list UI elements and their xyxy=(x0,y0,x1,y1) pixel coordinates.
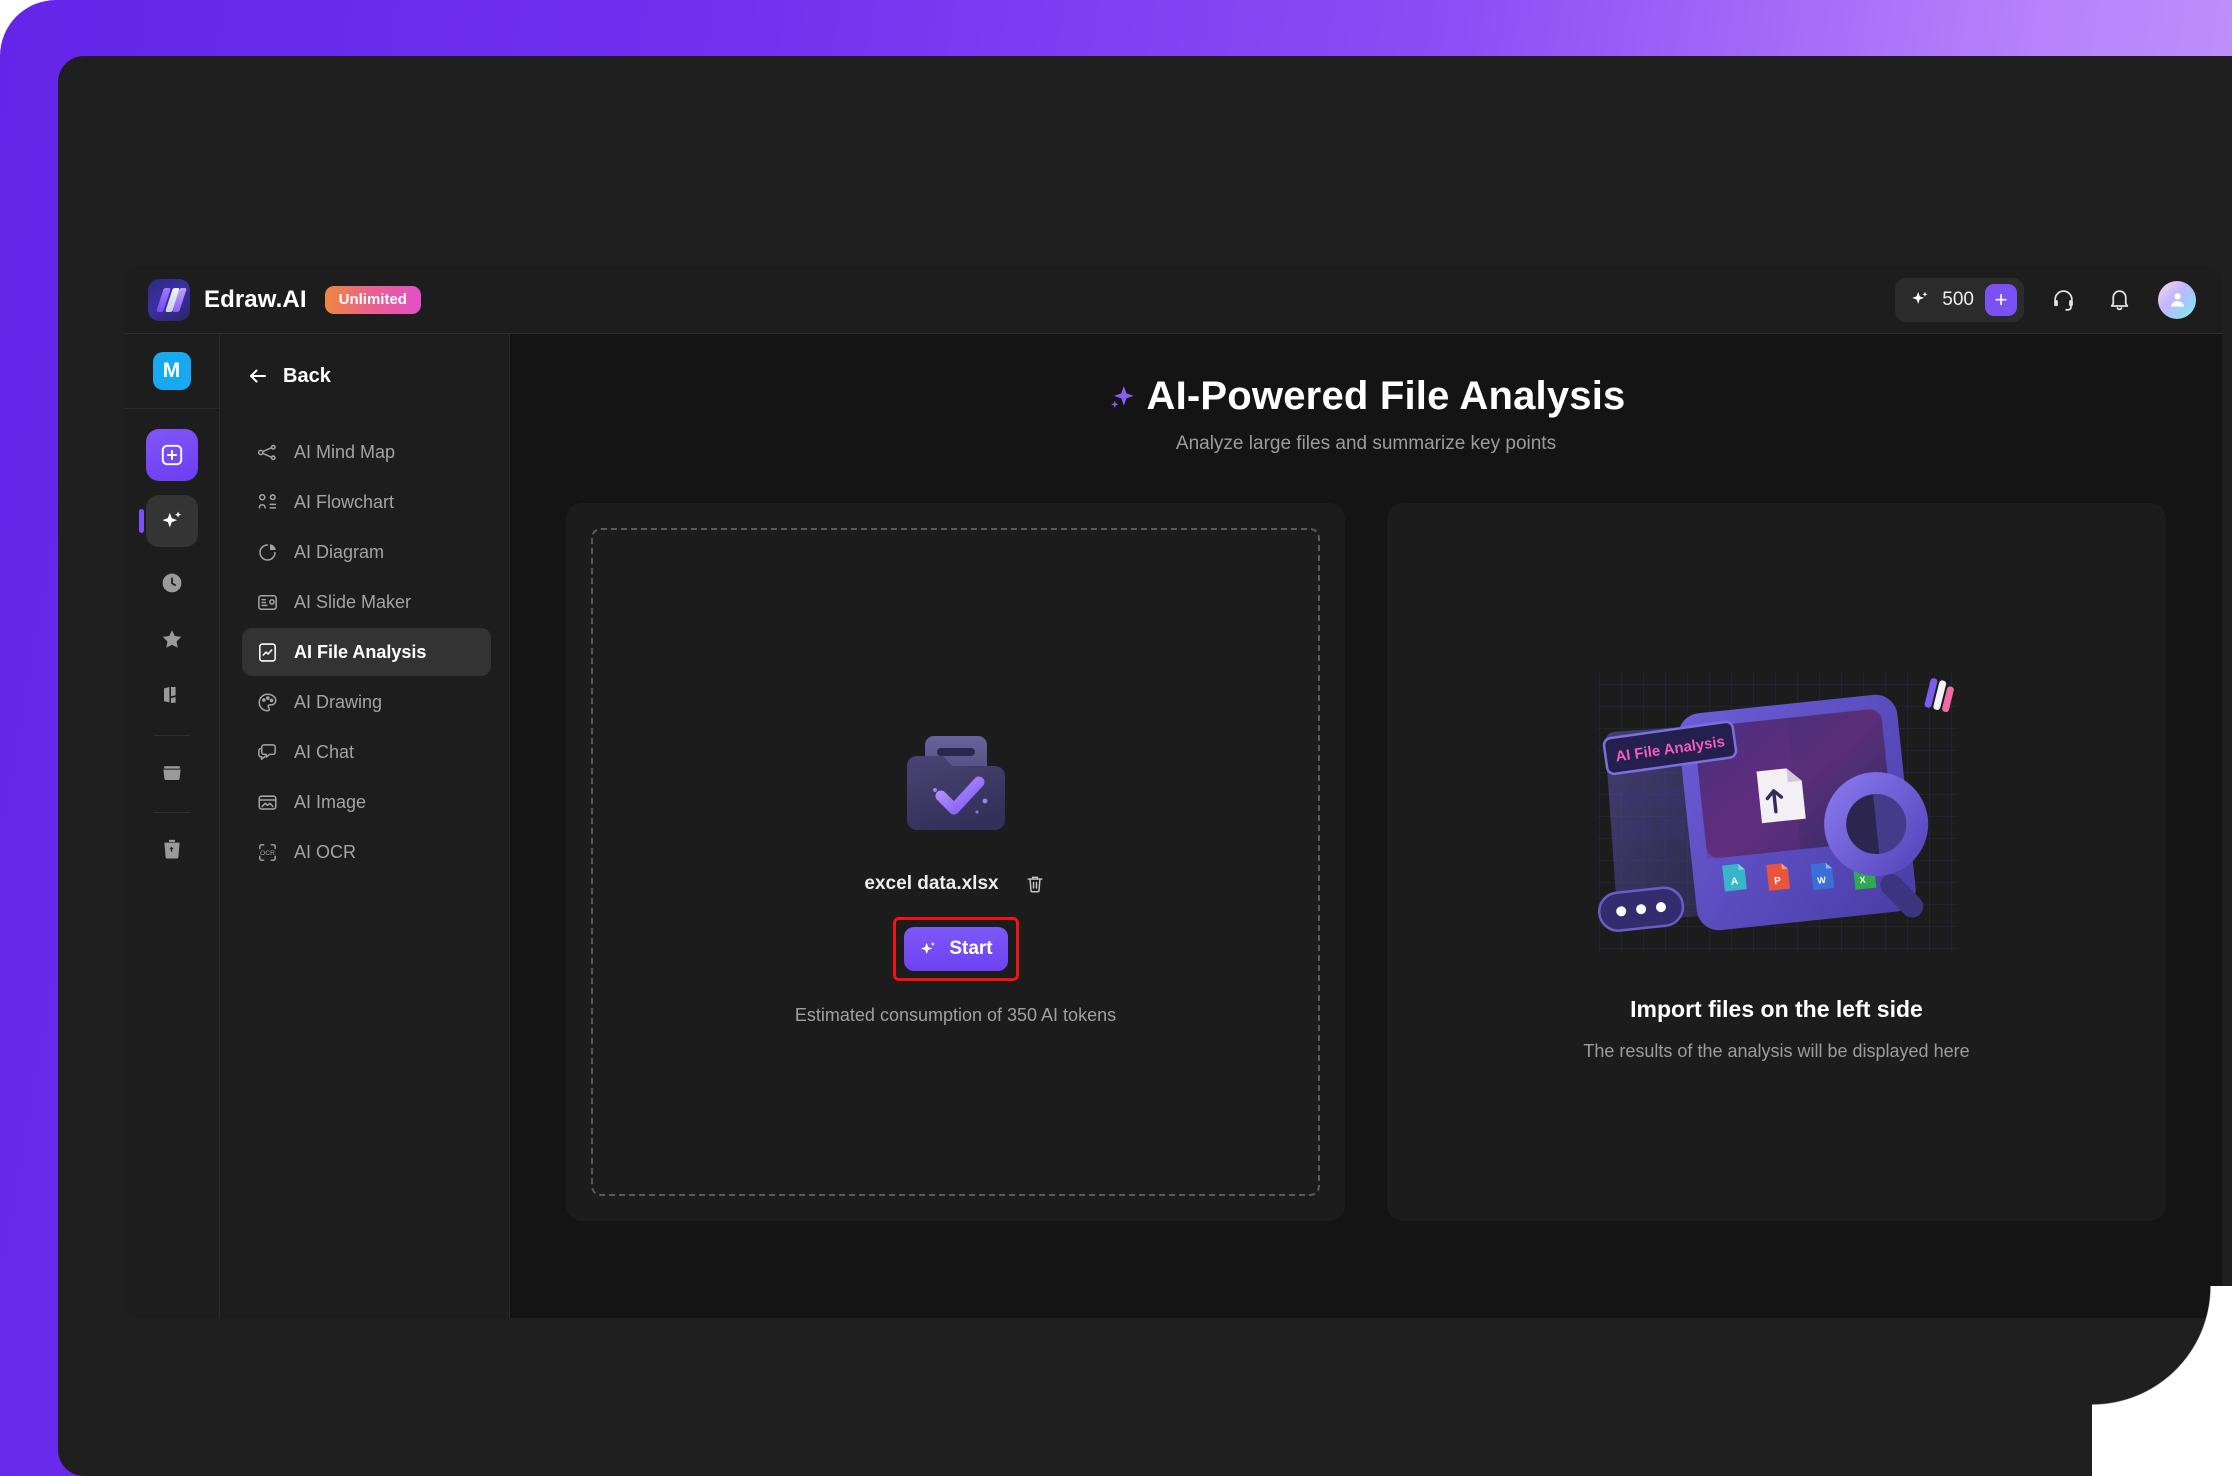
app-shell: Edraw.AI Unlimited 500 + M Back AI Mind … xyxy=(124,266,2222,1318)
token-estimate: Estimated consumption of 350 AI tokens xyxy=(794,1005,1117,1025)
tool-nav: Back AI Mind Map AI Flowchart AI Diagram… xyxy=(220,334,510,1318)
token-count: 500 xyxy=(1942,288,1974,310)
nav-label: AI File Analysis xyxy=(294,641,427,662)
result-panel: A P W X AI File Analysis Import files on… xyxy=(1387,503,2166,1221)
nav-item-ai-diagram[interactable]: AI Diagram xyxy=(242,528,491,576)
svg-text:OCR: OCR xyxy=(260,849,275,856)
start-button-highlight: Start xyxy=(892,917,1019,981)
nav-item-ai-flowchart[interactable]: AI Flowchart xyxy=(242,478,491,526)
star-icon xyxy=(162,630,181,648)
page-title-text: AI-Powered File Analysis xyxy=(1146,374,1626,418)
nav-item-ai-mind-map[interactable]: AI Mind Map xyxy=(242,428,491,476)
svg-text:A: A xyxy=(1730,876,1738,888)
rail-item-templates[interactable] xyxy=(150,673,194,717)
nav-label: AI Diagram xyxy=(294,541,385,562)
nav-label: AI Drawing xyxy=(294,691,383,712)
support-button[interactable] xyxy=(2046,283,2080,317)
rail-item-ai[interactable] xyxy=(138,495,198,547)
rail-item-trash[interactable] xyxy=(150,827,194,871)
rail-item-favorites[interactable] xyxy=(150,617,194,661)
pie-chart-icon xyxy=(256,541,279,564)
svg-text:X: X xyxy=(1858,875,1865,886)
notifications-button[interactable] xyxy=(2102,283,2136,317)
clock-icon xyxy=(162,573,181,593)
result-subtitle: The results of the analysis will be disp… xyxy=(1583,1041,1970,1061)
palette-icon xyxy=(256,691,279,714)
page-subtitle: Analyze large files and summarize key po… xyxy=(1175,433,1557,454)
start-button[interactable]: Start xyxy=(903,927,1008,971)
user-icon xyxy=(2170,293,2184,307)
bell-icon xyxy=(2110,290,2128,311)
brand-name: Edraw.AI xyxy=(204,285,307,313)
nav-item-ai-ocr[interactable]: OCR AI OCR xyxy=(242,828,491,876)
rail-item-new[interactable] xyxy=(145,429,198,481)
svg-text:W: W xyxy=(1816,875,1826,886)
mind-map-icon xyxy=(256,441,279,464)
nav-label: AI OCR xyxy=(294,841,357,862)
app-window: Edraw.AI Unlimited 500 + M Back AI Mind … xyxy=(58,56,2232,1476)
rail-item-files[interactable] xyxy=(150,750,194,794)
workspace-badge[interactable]: M xyxy=(152,352,191,390)
nav-item-ai-chat[interactable]: AI Chat xyxy=(242,728,491,776)
file-dropzone[interactable]: excel data.xlsx Start Estimated consumpt… xyxy=(591,528,1320,1196)
nav-label: AI Flowchart xyxy=(294,491,395,512)
delete-file-button[interactable] xyxy=(1023,872,1047,896)
app-body: M Back AI Mind Map AI Flowchart AI Diagr… xyxy=(124,334,2222,1318)
file-name: excel data.xlsx xyxy=(864,873,999,894)
file-analysis-illustration: A P W X AI File Analysis xyxy=(1596,672,1957,952)
back-button[interactable]: Back xyxy=(242,360,491,388)
folder-check-icon xyxy=(897,730,1015,834)
ocr-icon: OCR xyxy=(256,841,279,864)
rail-item-recent[interactable] xyxy=(150,561,194,605)
arrow-left-icon xyxy=(250,369,266,383)
rail-divider xyxy=(153,735,190,736)
nav-item-ai-file-analysis[interactable]: AI File Analysis xyxy=(242,628,491,676)
nav-label: AI Slide Maker xyxy=(294,591,412,612)
header-actions: 500 + xyxy=(1895,277,2196,322)
rail-divider xyxy=(153,812,190,813)
headset-icon xyxy=(2053,290,2073,311)
sparkles-icon xyxy=(921,941,936,955)
upload-panel: excel data.xlsx Start Estimated consumpt… xyxy=(566,503,1345,1221)
page-title: AI-Powered File Analysis xyxy=(566,374,2166,419)
back-label: Back xyxy=(283,364,331,387)
file-analysis-icon xyxy=(256,641,279,664)
start-label: Start xyxy=(949,938,993,959)
folder-icon xyxy=(162,766,181,781)
nav-item-ai-image[interactable]: AI Image xyxy=(242,778,491,826)
brand[interactable]: Edraw.AI Unlimited xyxy=(148,278,421,321)
edraw-logo-icon xyxy=(148,278,190,321)
uploaded-file-row: excel data.xlsx xyxy=(864,872,1046,896)
nav-label: AI Chat xyxy=(294,741,355,762)
result-empty-state: A P W X AI File Analysis Import files on… xyxy=(1387,503,2166,1221)
sparkles-icon xyxy=(162,511,181,528)
chat-bubble-icon xyxy=(256,741,279,764)
icon-rail: M xyxy=(124,334,220,1318)
trash-icon xyxy=(1027,876,1043,893)
sparkles-icon xyxy=(1111,385,1135,408)
panels: excel data.xlsx Start Estimated consumpt… xyxy=(566,503,2166,1221)
add-tokens-button[interactable]: + xyxy=(1985,283,2017,316)
flowchart-icon xyxy=(256,491,279,514)
sparkles-icon xyxy=(1912,291,1928,304)
main-content: AI-Powered File Analysis Analyze large f… xyxy=(510,334,2222,1318)
plus-square-icon xyxy=(161,444,182,466)
nav-item-ai-drawing[interactable]: AI Drawing xyxy=(242,678,491,726)
avatar[interactable] xyxy=(2158,280,2196,319)
app-header: Edraw.AI Unlimited 500 + xyxy=(124,266,2222,334)
plan-badge: Unlimited xyxy=(324,285,421,314)
templates-icon xyxy=(163,687,176,703)
token-balance[interactable]: 500 + xyxy=(1895,277,2024,322)
nav-item-ai-slide-maker[interactable]: AI Slide Maker xyxy=(242,578,491,626)
image-icon xyxy=(256,791,279,814)
nav-label: AI Mind Map xyxy=(294,441,396,462)
slide-icon xyxy=(256,591,279,614)
nav-label: AI Image xyxy=(294,791,367,812)
rail-divider xyxy=(124,408,220,409)
recycle-bin-icon xyxy=(163,839,180,859)
result-title: Import files on the left side xyxy=(1630,996,1923,1022)
